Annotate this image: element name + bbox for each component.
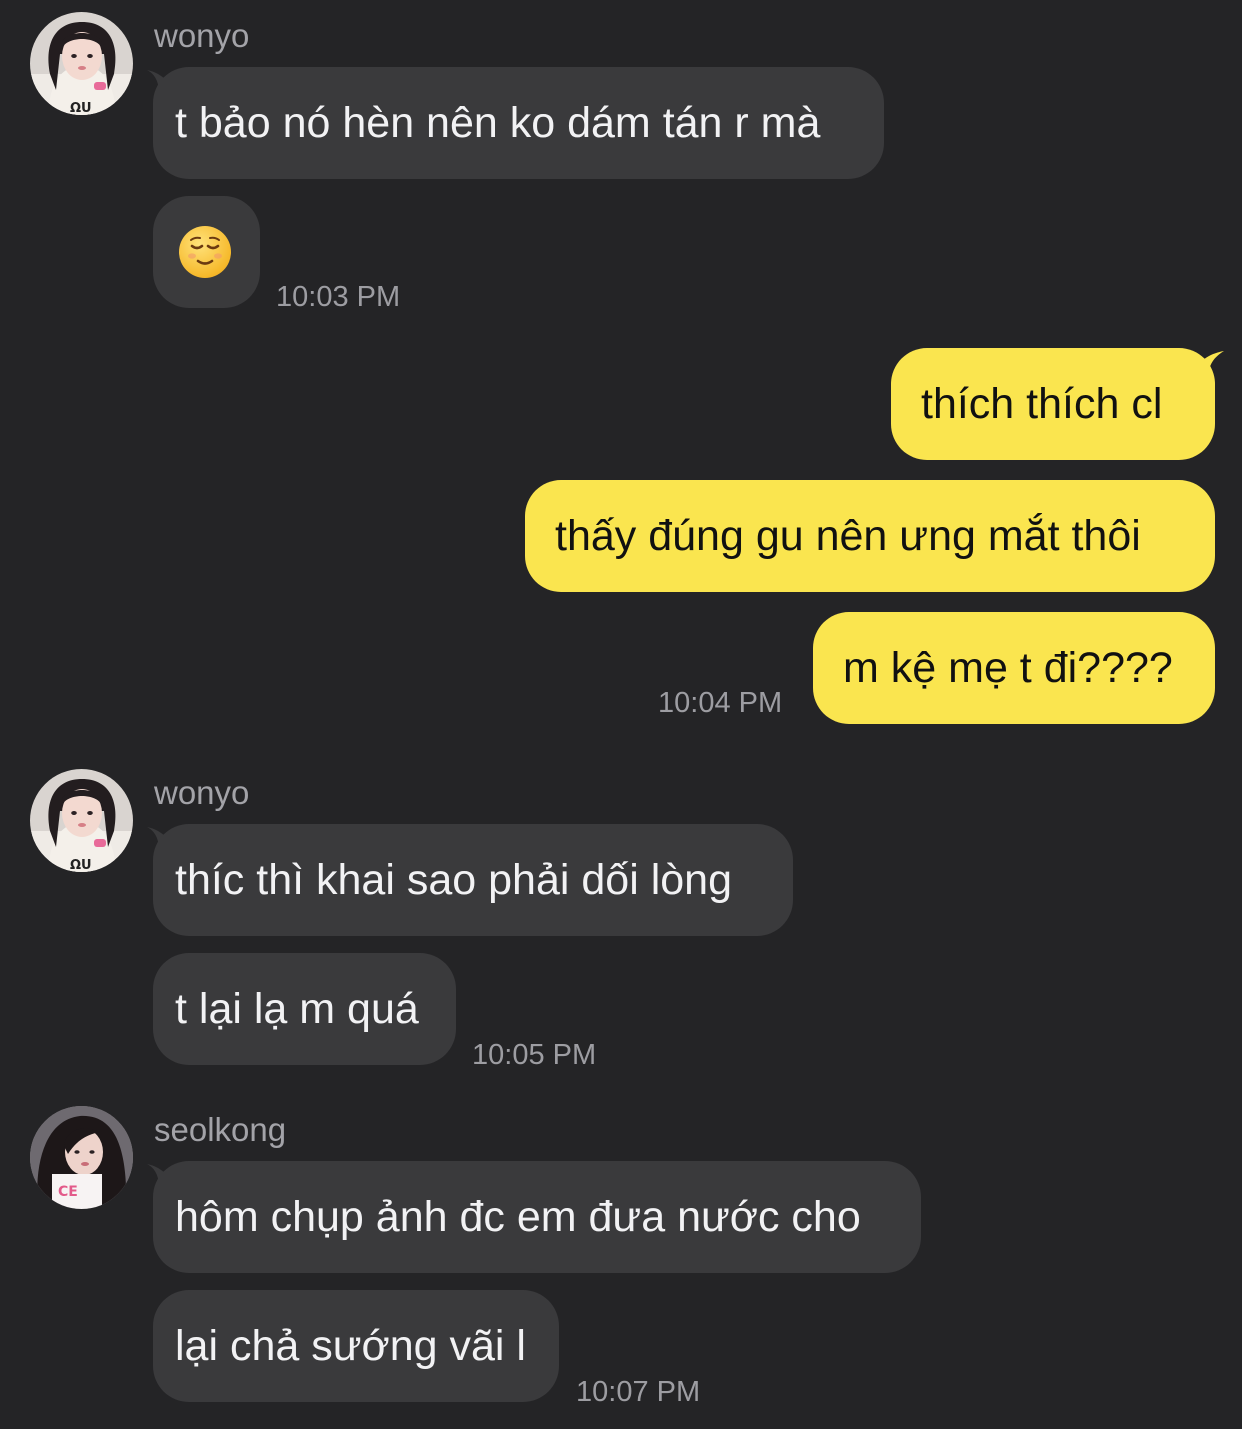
relieved-face-emoji-icon xyxy=(179,226,231,278)
avatar-photo-icon: ΩU xyxy=(30,12,133,115)
timestamp: 10:05 PM xyxy=(472,1039,597,1071)
avatar-wonyo[interactable]: ΩU xyxy=(30,12,133,115)
message-bubble[interactable]: lại chả sướng vãi l xyxy=(153,1290,559,1402)
message-bubble[interactable]: t lại lạ m quá xyxy=(153,953,456,1065)
timestamp: 10:03 PM xyxy=(276,281,401,313)
message-bubble-outgoing[interactable]: thích thích cl xyxy=(891,348,1215,460)
svg-text:ΩU: ΩU xyxy=(70,101,92,115)
message-bubble[interactable]: t bảo nó hèn nên ko dám tán r mà xyxy=(153,67,884,179)
message-bubble[interactable]: thíc thì khai sao phải dối lòng xyxy=(153,824,793,936)
sender-name: wonyo xyxy=(154,774,250,811)
avatar-photo-icon: ΩU xyxy=(30,769,133,872)
svg-text:ΩU: ΩU xyxy=(70,858,92,872)
message-bubble-outgoing[interactable]: thấy đúng gu nên ưng mắt thôi xyxy=(525,480,1215,592)
sender-name: wonyo xyxy=(154,17,250,54)
svg-text:CE: CE xyxy=(58,1184,78,1200)
timestamp: 10:04 PM xyxy=(658,687,783,719)
avatar-seolkong[interactable]: CE xyxy=(30,1106,133,1209)
timestamp: 10:07 PM xyxy=(576,1376,701,1408)
sender-name: seolkong xyxy=(154,1111,287,1148)
message-bubble-emoji[interactable]: 😌 xyxy=(153,196,260,308)
avatar-wonyo[interactable]: ΩU xyxy=(30,769,133,872)
avatar-photo-icon: CE xyxy=(30,1106,133,1209)
message-bubble-outgoing[interactable]: m kệ mẹ t đi???? xyxy=(813,612,1215,724)
message-bubble[interactable]: hôm chụp ảnh đc em đưa nước cho xyxy=(153,1161,921,1273)
